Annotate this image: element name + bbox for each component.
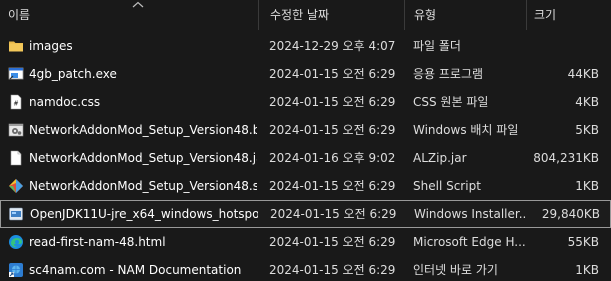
file-name: OpenJDK11U-jre_x64_windows_hotspot_... <box>30 207 258 221</box>
batch-file-icon <box>8 122 24 138</box>
column-header-bar: 이름 수정한 날짜 유형 크기 <box>0 0 611 30</box>
shell-script-icon <box>8 178 24 194</box>
file-size: 44KB <box>567 67 599 81</box>
column-divider[interactable] <box>404 0 405 30</box>
column-header-type[interactable]: 유형 <box>406 0 524 30</box>
column-header-name[interactable]: 이름 <box>0 0 258 30</box>
msi-installer-icon <box>8 206 24 222</box>
file-modified-date: 2024-01-15 오전 6:29 <box>269 67 396 81</box>
file-name: sc4nam.com - NAM Documentation <box>29 263 242 277</box>
file-type: 응용 프로그램 <box>413 67 484 81</box>
file-size: 55KB <box>567 235 599 249</box>
column-header-size[interactable]: 크기 <box>526 0 611 30</box>
file-name: images <box>29 39 73 53</box>
column-header-date-label: 수정한 날짜 <box>270 8 330 22</box>
file-list-view: 이름 수정한 날짜 유형 크기 images 2024-12-29 오후 4:07… <box>0 0 611 281</box>
file-type: CSS 원본 파일 <box>413 95 489 109</box>
file-row[interactable]: read-first-nam-48.html 2024-01-15 오전 6:29… <box>0 228 611 256</box>
file-type: Microsoft Edge H... <box>413 235 525 249</box>
file-size: 4KB <box>575 95 599 109</box>
file-type: Shell Script <box>413 179 481 193</box>
file-type: Windows Installer... <box>414 207 526 221</box>
file-row[interactable]: images 2024-12-29 오후 4:07 파일 폴더 <box>0 32 611 60</box>
file-size: 29,840KB <box>541 207 600 221</box>
file-row[interactable]: # namdoc.css 2024-01-15 오전 6:29 CSS 원본 파일 4K… <box>0 88 611 116</box>
file-type: Windows 배치 파일 <box>413 123 519 137</box>
file-name: NetworkAddonMod_Setup_Version48.jar <box>29 151 257 165</box>
internet-shortcut-icon <box>8 262 24 278</box>
file-modified-date: 2024-01-15 오전 6:29 <box>269 235 396 249</box>
file-type: 파일 폴더 <box>413 39 461 53</box>
column-header-type-label: 유형 <box>414 8 437 22</box>
file-modified-date: 2024-01-15 오전 6:29 <box>269 263 396 277</box>
file-size <box>520 32 599 60</box>
file-modified-date: 2024-01-15 오전 6:29 <box>269 95 396 109</box>
file-row[interactable]: NetworkAddonMod_Setup_Version48.bat 2024-… <box>0 116 611 144</box>
file-size: 1KB <box>575 263 599 277</box>
file-modified-date: 2024-01-15 오전 6:29 <box>270 207 397 221</box>
file-row[interactable]: OpenJDK11U-jre_x64_windows_hotspot_... 20… <box>0 200 611 228</box>
file-name: NetworkAddonMod_Setup_Version48.bat <box>29 123 257 137</box>
file-modified-date: 2024-01-16 오후 9:02 <box>269 151 396 165</box>
file-size: 1KB <box>575 179 599 193</box>
edge-html-icon <box>8 234 24 250</box>
file-row[interactable]: NetworkAddonMod_Setup_Version48.sh 2024-0… <box>0 172 611 200</box>
file-row[interactable]: 4gb_patch.exe 2024-01-15 오전 6:29 응용 프로그램 44… <box>0 60 611 88</box>
column-divider[interactable] <box>258 0 259 30</box>
file-type: ALZip.jar <box>413 151 467 165</box>
file-row[interactable]: sc4nam.com - NAM Documentation 2024-01-15… <box>0 256 611 281</box>
css-file-icon: # <box>8 94 24 110</box>
column-header-name-label: 이름 <box>8 8 31 22</box>
file-modified-date: 2024-01-15 오전 6:29 <box>269 123 396 137</box>
column-header-date[interactable]: 수정한 날짜 <box>262 0 404 30</box>
exe-icon <box>8 66 24 82</box>
file-row[interactable]: NetworkAddonMod_Setup_Version48.jar 2024-… <box>0 144 611 172</box>
file-size: 804,231KB <box>533 151 599 165</box>
file-name: read-first-nam-48.html <box>29 235 166 249</box>
file-name: 4gb_patch.exe <box>29 67 117 81</box>
file-modified-date: 2024-12-29 오후 4:07 <box>269 39 396 53</box>
sort-ascending-icon <box>132 1 144 8</box>
folder-icon <box>8 38 24 54</box>
file-modified-date: 2024-01-15 오전 6:29 <box>269 179 396 193</box>
column-header-size-label: 크기 <box>534 8 557 22</box>
jar-file-icon <box>8 150 24 166</box>
file-type: 인터넷 바로 가기 <box>413 263 498 277</box>
file-size: 5KB <box>575 123 599 137</box>
file-name: NetworkAddonMod_Setup_Version48.sh <box>29 179 257 193</box>
file-name: namdoc.css <box>29 95 101 109</box>
